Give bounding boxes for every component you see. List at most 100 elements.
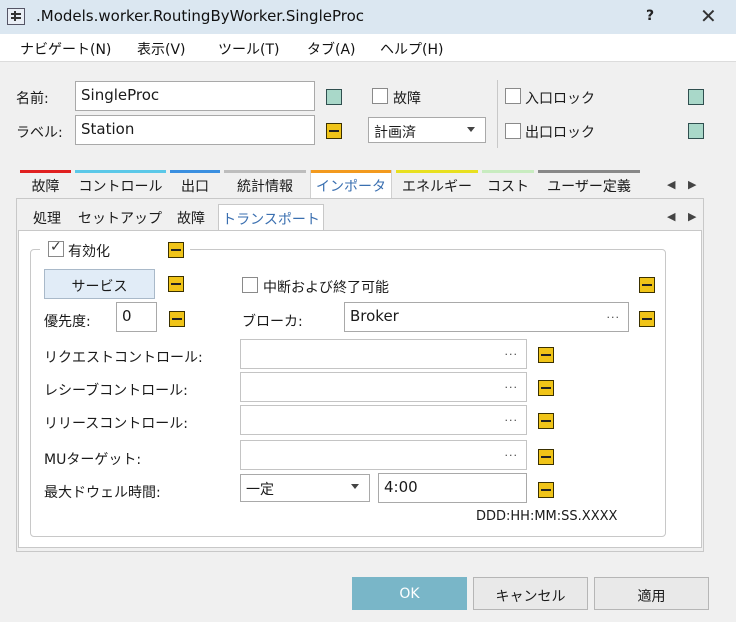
mu-target-inherit-indicator[interactable] — [538, 449, 554, 465]
release-control-field[interactable]: ... — [240, 405, 527, 435]
subtab-processing[interactable]: 処理 — [24, 204, 70, 230]
menu-bar: ナビゲート(N) 表示(V) ツール(T) タブ(A) ヘルプ(H) — [0, 34, 736, 62]
interrupt-inherit-indicator[interactable] — [639, 277, 655, 293]
app-icon — [7, 8, 25, 25]
name-label: 名前: — [16, 91, 49, 107]
service-button[interactable]: サービス — [44, 269, 155, 299]
subtab-scroll-left-icon[interactable]: ◀ — [667, 210, 675, 223]
tab-color-bar — [482, 170, 534, 173]
receive-control-inherit-indicator[interactable] — [538, 380, 554, 396]
request-control-field[interactable]: ... — [240, 339, 527, 369]
label-field[interactable]: Station — [75, 115, 315, 145]
tab-failure[interactable]: 故障 — [20, 170, 71, 198]
menu-navigate[interactable]: ナビゲート(N) — [20, 39, 111, 59]
subtab-failure[interactable]: 故障 — [168, 204, 214, 230]
tab-label: コントロール — [78, 179, 163, 195]
browse-icon[interactable]: ... — [505, 378, 519, 391]
browse-icon[interactable]: ... — [607, 308, 621, 321]
label-inherit-indicator[interactable] — [326, 123, 342, 139]
tab-scroll-right-icon[interactable]: ▶ — [688, 178, 696, 191]
time-format-hint: DDD:HH:MM:SS.XXXX — [476, 509, 618, 524]
exit-lock-checkbox[interactable] — [505, 123, 521, 139]
broker-label: ブローカ: — [242, 314, 303, 330]
release-control-label: リリースコントロール: — [44, 416, 189, 432]
tab-user-defined[interactable]: ユーザー定義 — [538, 170, 640, 198]
menu-view[interactable]: 表示(V) — [137, 39, 186, 59]
tab-label: 故障 — [31, 179, 60, 195]
tab-color-bar — [75, 170, 166, 173]
release-control-inherit-indicator[interactable] — [538, 413, 554, 429]
tab-label: インポータ — [316, 179, 386, 195]
service-inherit-indicator[interactable] — [168, 276, 184, 292]
cancel-button[interactable]: キャンセル — [473, 577, 588, 610]
mu-target-field[interactable]: ... — [240, 440, 527, 470]
tab-statistics[interactable]: 統計情報 — [224, 170, 306, 198]
enabled-inherit-indicator[interactable] — [168, 242, 184, 258]
name-inherit-indicator[interactable] — [326, 89, 342, 105]
exit-lock-indicator[interactable] — [688, 123, 704, 139]
close-button[interactable]: ✕ — [700, 4, 717, 28]
broker-inherit-indicator[interactable] — [639, 311, 655, 327]
tab-cost[interactable]: コスト — [482, 170, 534, 198]
entrance-lock-indicator[interactable] — [688, 89, 704, 105]
tab-importer[interactable]: インポータ — [310, 170, 392, 198]
priority-inherit-indicator[interactable] — [169, 311, 185, 327]
browse-icon[interactable]: ... — [505, 446, 519, 459]
name-field[interactable]: SingleProc — [75, 81, 315, 111]
tab-color-bar — [396, 170, 478, 173]
tab-energy[interactable]: エネルギー — [396, 170, 478, 198]
menu-tools[interactable]: ツール(T) — [218, 39, 279, 59]
request-control-label: リクエストコントロール: — [44, 350, 203, 366]
request-control-inherit-indicator[interactable] — [538, 347, 554, 363]
receive-control-field[interactable]: ... — [240, 372, 527, 402]
menu-tab[interactable]: タブ(A) — [307, 39, 356, 59]
tab-color-bar — [224, 170, 306, 173]
plan-select-value: 計画済 — [374, 125, 416, 141]
subtab-setup[interactable]: セットアップ — [78, 204, 162, 230]
broker-value: Broker — [350, 307, 399, 325]
header-separator — [497, 80, 498, 148]
failure-label: 故障 — [393, 91, 421, 107]
tab-color-bar — [538, 170, 640, 173]
window-title: .Models.worker.RoutingByWorker.SinglePro… — [36, 7, 365, 25]
tab-label: 出口 — [181, 179, 209, 195]
browse-icon[interactable]: ... — [505, 345, 519, 358]
menu-help[interactable]: ヘルプ(H) — [380, 39, 443, 59]
receive-control-label: レシーブコントロール: — [44, 383, 188, 399]
tab-scroll-left-icon[interactable]: ◀ — [667, 178, 675, 191]
tab-control[interactable]: コントロール — [75, 170, 166, 198]
interrupt-checkbox[interactable] — [242, 277, 258, 293]
exit-lock-label: 出口ロック — [525, 125, 595, 141]
plan-select[interactable]: 計画済 — [368, 117, 486, 143]
label-label: ラベル: — [16, 125, 63, 141]
browse-icon[interactable]: ... — [505, 411, 519, 424]
max-dwell-time-field[interactable]: 4:00 — [378, 473, 527, 503]
interrupt-label: 中断および終了可能 — [263, 280, 389, 296]
enabled-label: 有効化 — [68, 244, 110, 260]
priority-field[interactable]: 0 — [116, 302, 157, 332]
subtab-transport[interactable]: トランスポート — [218, 204, 324, 230]
ok-button[interactable]: OK — [352, 577, 467, 610]
max-dwell-mode-value: 一定 — [246, 482, 274, 498]
entrance-lock-checkbox[interactable] — [505, 88, 521, 104]
chevron-down-icon — [351, 484, 359, 489]
chevron-down-icon — [467, 127, 475, 132]
failure-checkbox[interactable] — [372, 88, 388, 104]
apply-button[interactable]: 適用 — [594, 577, 709, 610]
tab-label: ユーザー定義 — [547, 179, 631, 195]
tab-label: エネルギー — [402, 179, 472, 195]
broker-field[interactable]: Broker ... — [344, 302, 629, 332]
help-button[interactable]: ? — [646, 8, 654, 24]
max-dwell-inherit-indicator[interactable] — [538, 482, 554, 498]
subtab-scroll-right-icon[interactable]: ▶ — [688, 210, 696, 223]
tab-exit[interactable]: 出口 — [170, 170, 220, 198]
priority-label: 優先度: — [44, 314, 91, 330]
max-dwell-label: 最大ドウェル時間: — [44, 485, 161, 501]
entrance-lock-label: 入口ロック — [525, 91, 595, 107]
tab-color-bar — [311, 170, 391, 173]
enabled-checkbox[interactable] — [48, 239, 64, 257]
mu-target-label: MUターゲット: — [44, 452, 142, 468]
tab-color-bar — [170, 170, 220, 173]
max-dwell-mode-select[interactable]: 一定 — [240, 474, 370, 502]
tab-label: 統計情報 — [237, 179, 293, 195]
